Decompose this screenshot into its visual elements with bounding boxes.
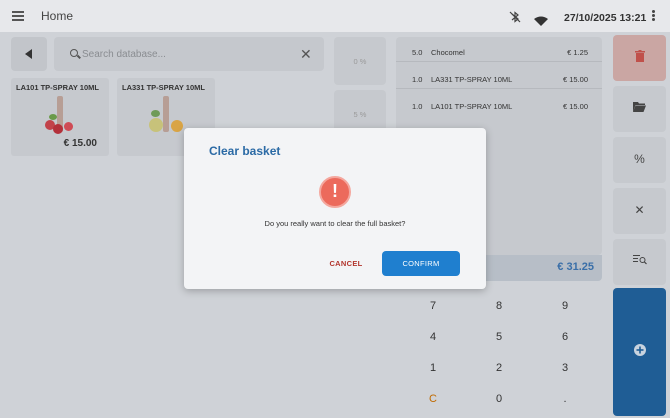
delete-button[interactable] xyxy=(613,35,666,81)
numpad-key-0[interactable]: 0 xyxy=(467,393,531,405)
numpad-key-decimal[interactable]: . xyxy=(533,393,597,405)
numpad-key-5[interactable]: 5 xyxy=(467,331,531,343)
hamburger-icon[interactable] xyxy=(12,11,24,21)
numpad-key-6[interactable]: 6 xyxy=(533,331,597,343)
numpad-key-1[interactable]: 1 xyxy=(401,362,465,374)
date-time: 27/10/2025 13:21 xyxy=(564,12,647,24)
dialog-title: Clear basket xyxy=(209,144,281,158)
numpad-key-4[interactable]: 4 xyxy=(401,331,465,343)
product-name: LA101 TP-SPRAY 10ML xyxy=(16,83,99,92)
search-icon xyxy=(70,49,78,57)
product-price: € 15.00 xyxy=(63,138,97,149)
open-folder-button[interactable] xyxy=(613,86,666,132)
numpad-key-2[interactable]: 2 xyxy=(467,362,531,374)
discount-percent-button[interactable]: % xyxy=(613,137,666,183)
close-icon: ✕ xyxy=(634,203,645,217)
product-image xyxy=(37,94,81,138)
discount-button[interactable]: 0 % xyxy=(334,37,386,85)
product-name: LA331 TP-SPRAY 10ML xyxy=(122,83,205,92)
warning-icon: ! xyxy=(319,176,351,208)
clear-basket-dialog: Clear basket ! Do you really want to cle… xyxy=(184,128,486,289)
search-list-button[interactable] xyxy=(613,239,666,285)
numpad-key-3[interactable]: 3 xyxy=(533,362,597,374)
top-bar: Home 27/10/2025 13:21 xyxy=(0,0,670,32)
basket-row[interactable]: 1.0 LA331 TP-SPRAY 10ML € 15.00 xyxy=(396,69,602,89)
back-button[interactable] xyxy=(11,37,47,71)
more-vertical-icon[interactable] xyxy=(652,10,656,22)
add-circle-icon xyxy=(613,288,666,359)
numpad-key-clear[interactable]: C xyxy=(401,393,465,405)
basket-row[interactable]: 5.0 Chocomel € 1.25 xyxy=(396,42,602,62)
back-arrow-icon xyxy=(25,49,32,59)
search-input[interactable] xyxy=(82,46,292,62)
page-title: Home xyxy=(41,9,74,23)
search-list-icon xyxy=(613,239,666,268)
folder-open-icon xyxy=(613,86,666,115)
product-tile[interactable]: LA101 TP-SPRAY 10ML € 15.00 xyxy=(11,78,109,156)
cancel-button[interactable]: ✕ xyxy=(613,188,666,234)
numpad-key-8[interactable]: 8 xyxy=(467,300,531,312)
basket-row[interactable]: 1.0 LA101 TP-SPRAY 10ML € 15.00 xyxy=(396,96,602,116)
cancel-button[interactable]: CANCEL xyxy=(320,251,372,276)
product-image xyxy=(143,94,187,138)
trash-icon xyxy=(613,35,666,65)
add-button[interactable] xyxy=(613,288,666,416)
numpad-key-7[interactable]: 7 xyxy=(401,300,465,312)
numpad-key-9[interactable]: 9 xyxy=(533,300,597,312)
percent-icon: % xyxy=(634,152,645,166)
confirm-button[interactable]: CONFIRM xyxy=(382,251,460,276)
search-box: ✕ xyxy=(54,37,324,71)
wifi-icon xyxy=(534,13,548,26)
dialog-message: Do you really want to clear the full bas… xyxy=(264,219,406,228)
bluetooth-off-icon xyxy=(509,11,521,26)
close-icon[interactable]: ✕ xyxy=(300,46,312,63)
